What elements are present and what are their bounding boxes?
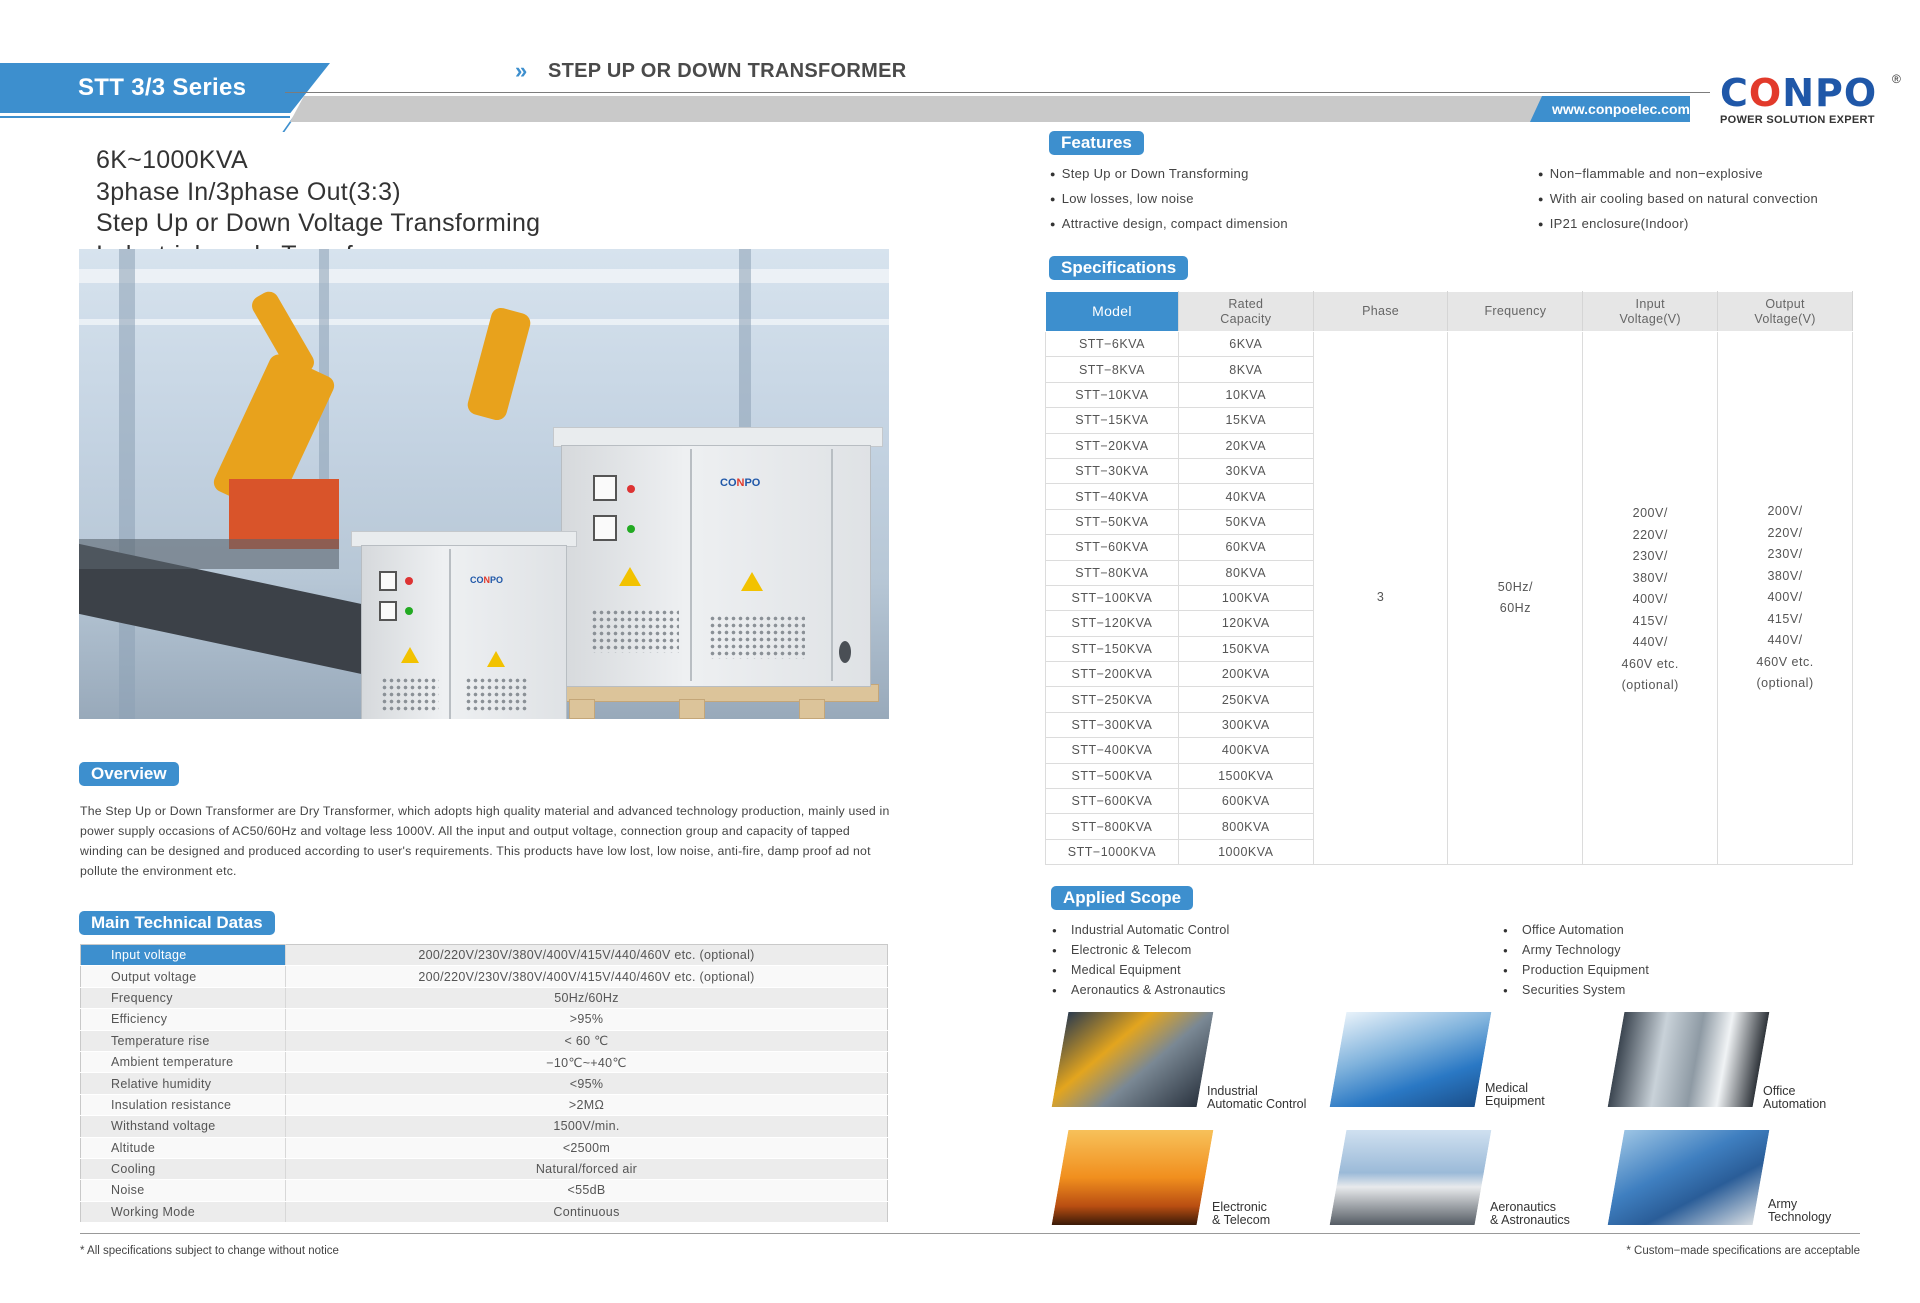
col-output-voltage: Output Voltage(V)	[1717, 291, 1853, 332]
specifications-table: Model Rated Capacity Phase Frequency Inpu…	[1045, 291, 1853, 866]
office-automation-image	[1607, 1012, 1770, 1107]
overview-heading: Overview	[79, 762, 179, 786]
header-divider	[285, 92, 1710, 93]
electronic-telecom-image	[1051, 1130, 1214, 1225]
page-title: STEP UP OR DOWN TRANSFORMER	[548, 60, 907, 82]
website-link[interactable]: www.conpoelec.com	[1530, 96, 1690, 122]
footer-disclaimer: * All specifications subject to change w…	[80, 1245, 339, 1257]
website-url: www.conpoelec.com	[1552, 101, 1690, 117]
thumb-label: Aeronautics & Astronautics	[1490, 1200, 1570, 1227]
features-list-left: Step Up or Down Transforming Low losses,…	[1050, 162, 1288, 237]
technical-data-heading: Main Technical Datas	[79, 911, 275, 935]
list-item: Attractive design, compact dimension	[1050, 212, 1288, 237]
footer-custom-note: * Custom−made specifications are accepta…	[1626, 1245, 1860, 1257]
list-item: With air cooling based on natural convec…	[1538, 187, 1818, 212]
warning-icon	[487, 651, 505, 667]
thumb-label: Electronic & Telecom	[1212, 1200, 1271, 1227]
headline-capacity: 6K~1000KVA	[96, 146, 248, 174]
brand-tagline: POWER SOLUTION EXPERT	[1720, 114, 1875, 126]
input-voltage-values: 200V/220V/230V/380V/400V/415V/440V/460V …	[1582, 330, 1719, 866]
list-item: Production Equipment	[1503, 961, 1649, 981]
table-row: Altitude <2500m	[80, 1137, 888, 1159]
aeronautics-image	[1329, 1130, 1492, 1225]
table-row: STT−6KVA 6KVA 3 50Hz/60Hz 200V/220V/230V/…	[1045, 330, 1853, 866]
table-row: Temperature rise < 60 ℃	[80, 1030, 888, 1052]
col-phase: Phase	[1312, 291, 1449, 332]
medical-equipment-image	[1329, 1012, 1492, 1107]
features-list-right: Non−flammable and non−explosive With air…	[1538, 162, 1818, 237]
overview-text: The Step Up or Down Transformer are Dry …	[80, 804, 890, 878]
warning-icon	[401, 647, 419, 663]
technical-data-table: Input voltage 200/220V/230V/380V/400V/415…	[80, 944, 888, 1224]
series-tab: STT 3/3 Series	[0, 63, 330, 113]
list-item: Medical Equipment	[1052, 961, 1230, 981]
table-row: Ambient temperature −10℃~+40℃	[80, 1051, 888, 1074]
frequency-value: 50Hz/60Hz	[1447, 330, 1584, 866]
table-row: Input voltage 200/220V/230V/380V/400V/415…	[80, 944, 888, 967]
features-heading: Features	[1049, 131, 1144, 155]
list-item: Office Automation	[1503, 921, 1649, 941]
table-row: Cooling Natural/forced air	[80, 1158, 888, 1181]
headline-function: Step Up or Down Voltage Transforming	[96, 209, 541, 237]
output-voltage-values: 200V/220V/230V/380V/400V/415V/440V/460V …	[1717, 330, 1853, 866]
industrial-automation-image	[1051, 1012, 1214, 1107]
list-item: Non−flammable and non−explosive	[1538, 162, 1818, 187]
thumb-label: Office Automation	[1763, 1084, 1827, 1111]
product-hero-image: CONPO CONPO	[79, 249, 889, 719]
list-item: Aeronautics & Astronautics	[1052, 981, 1230, 1001]
cabinet-logo: CONPO	[470, 575, 504, 585]
footer-divider	[80, 1233, 1860, 1234]
brand-wordmark: CONPO	[1720, 71, 1878, 115]
warning-icon	[619, 567, 641, 586]
list-item: Industrial Automatic Control	[1052, 921, 1230, 941]
table-row: Efficiency >95%	[80, 1008, 888, 1031]
registered-mark: ®	[1892, 72, 1901, 86]
table-row: Withstand voltage 1500V/min.	[80, 1115, 888, 1138]
applied-scope-heading: Applied Scope	[1051, 886, 1194, 910]
series-underline	[0, 116, 290, 130]
scope-list-left: Industrial Automatic Control Electronic …	[1052, 921, 1230, 1001]
warning-icon	[741, 572, 763, 591]
thumb-label: Medical Equipment	[1485, 1081, 1545, 1108]
brand-logo: CONPO ® POWER SOLUTION EXPERT	[1720, 71, 1901, 126]
table-row: Output voltage 200/220V/230V/380V/400V/41…	[80, 965, 888, 988]
cabinet-logo: CONPO	[720, 477, 761, 489]
table-row: Insulation resistance >2MΩ	[80, 1094, 888, 1117]
phase-value: 3	[1312, 330, 1449, 866]
header-band	[290, 96, 1690, 122]
list-item: Army Technology	[1503, 941, 1649, 961]
table-row: Working Mode Continuous	[80, 1201, 888, 1224]
list-item: Electronic & Telecom	[1052, 941, 1230, 961]
col-input-voltage: Input Voltage(V)	[1582, 291, 1719, 332]
list-item: IP21 enclosure(Indoor)	[1538, 212, 1818, 237]
table-row: Noise <55dB	[80, 1179, 888, 1202]
thumb-label: Industrial Automatic Control	[1207, 1084, 1307, 1111]
list-item: Low losses, low noise	[1050, 187, 1288, 212]
col-rated-capacity: Rated Capacity	[1177, 291, 1314, 332]
specifications-heading: Specifications	[1049, 256, 1189, 280]
thumb-label: Army Technology	[1768, 1197, 1832, 1224]
col-frequency: Frequency	[1447, 291, 1584, 332]
table-header-row: Model Rated Capacity Phase Frequency Inpu…	[1045, 291, 1853, 332]
chevron-right-icon: »	[515, 58, 527, 83]
table-row: Relative humidity <95%	[80, 1072, 888, 1095]
army-technology-image	[1607, 1130, 1770, 1225]
list-item: Securities System	[1503, 981, 1649, 1001]
table-row: Frequency 50Hz/60Hz	[80, 987, 888, 1010]
headline-phase: 3phase In/3phase Out(3:3)	[96, 177, 401, 206]
list-item: Step Up or Down Transforming	[1050, 162, 1288, 187]
series-label: STT 3/3 Series	[78, 74, 247, 101]
col-model: Model	[1045, 291, 1179, 332]
scope-list-right: Office Automation Army Technology Produc…	[1503, 921, 1649, 1001]
